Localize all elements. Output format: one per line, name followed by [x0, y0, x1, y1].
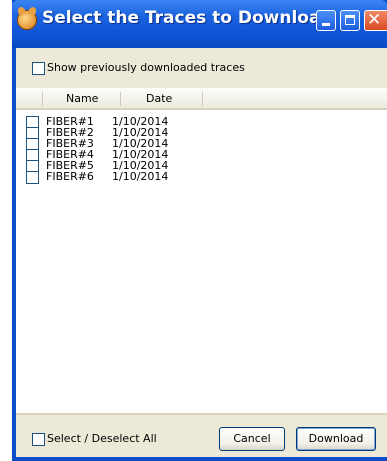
select-all-label[interactable]: Select / Deselect All: [47, 432, 157, 445]
column-header-date[interactable]: Date: [146, 92, 172, 105]
app-icon: [17, 10, 37, 30]
column-separator[interactable]: [120, 92, 121, 106]
row-checkbox[interactable]: [26, 171, 39, 184]
trace-date: 1/10/2014: [112, 170, 169, 183]
footer-divider: [16, 413, 387, 415]
title-bar[interactable]: Select the Traces to Download ✕: [12, 0, 387, 48]
dialog-window: Select the Traces to Download ✕ Show pre…: [12, 0, 387, 461]
list-header: Name Date: [16, 88, 387, 110]
column-header-name[interactable]: Name: [66, 92, 98, 105]
show-previous-label[interactable]: Show previously downloaded traces: [47, 61, 245, 74]
column-separator[interactable]: [202, 92, 203, 106]
minimize-icon: [322, 23, 330, 26]
dialog-body: Show previously downloaded traces Name D…: [16, 48, 387, 457]
download-button[interactable]: Download: [296, 427, 376, 451]
close-icon: ✕: [367, 10, 382, 30]
trace-name: FIBER#6: [46, 170, 94, 183]
trace-list: Name Date FIBER#1 1/10/2014 FIBER#2 1/10…: [16, 88, 387, 413]
minimize-button[interactable]: [316, 10, 336, 31]
column-separator[interactable]: [42, 92, 43, 106]
window-title: Select the Traces to Download: [42, 8, 333, 28]
select-all-checkbox[interactable]: [32, 433, 45, 446]
close-button[interactable]: ✕: [364, 10, 387, 31]
cancel-button[interactable]: Cancel: [219, 427, 285, 451]
maximize-button[interactable]: [340, 10, 360, 31]
list-item[interactable]: FIBER#6 1/10/2014: [16, 170, 387, 184]
show-previous-checkbox[interactable]: [32, 62, 45, 75]
maximize-icon: [345, 15, 355, 25]
